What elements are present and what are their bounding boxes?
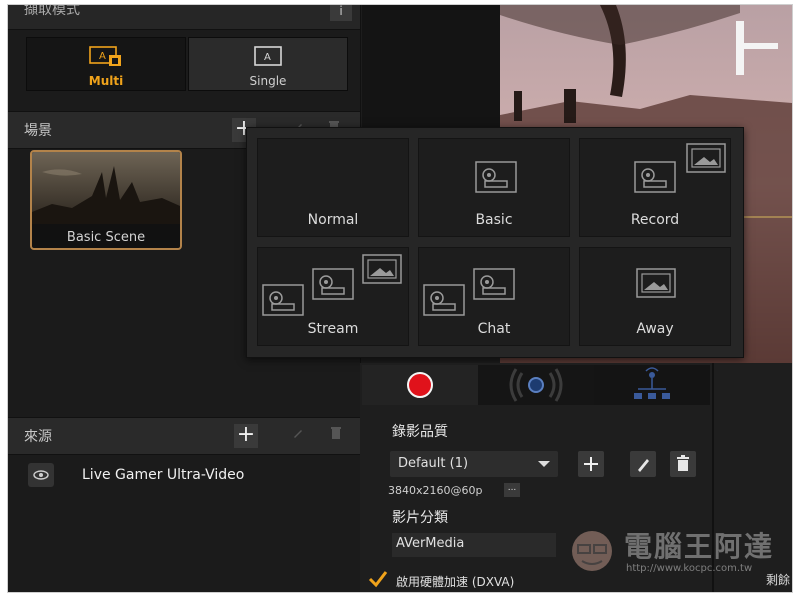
tab-network[interactable]	[594, 365, 710, 405]
record-dot-icon	[407, 372, 433, 398]
layout-tile-chat[interactable]: Chat	[418, 247, 570, 346]
scene-item-label: Basic Scene	[66, 230, 146, 245]
add-source-button[interactable]: +	[234, 424, 258, 448]
hw-accel-checkbox[interactable]	[368, 569, 388, 589]
network-icon	[634, 367, 670, 399]
mascot-logo-icon	[572, 531, 612, 571]
picture-icon	[686, 143, 726, 173]
camera-icon	[423, 284, 465, 316]
layout-label-basic: Basic	[475, 212, 513, 228]
app-window: 擷取模式 i A Multi A Single 場景 + Basic Scene…	[8, 5, 792, 592]
tab-record[interactable]	[362, 365, 478, 405]
layout-label-chat: Chat	[477, 321, 511, 337]
quality-profile-value: Default (1)	[398, 456, 469, 471]
scene-item-basic[interactable]: Basic Scene	[30, 150, 182, 250]
picture-icon	[362, 254, 402, 284]
quality-profile-select[interactable]: Default (1)	[390, 451, 558, 477]
layout-tile-stream[interactable]: Stream	[257, 247, 409, 346]
layout-tile-record[interactable]: Record	[579, 138, 731, 237]
record-tabs	[362, 365, 710, 405]
multi-mode-icon: A	[89, 46, 121, 66]
tab-stream[interactable]	[478, 365, 594, 405]
layout-tile-basic[interactable]: Basic	[418, 138, 570, 237]
add-profile-button[interactable]	[578, 451, 604, 477]
layout-tile-away[interactable]: Away	[579, 247, 731, 346]
source-item[interactable]: Live Gamer Ultra-Video	[8, 459, 360, 493]
capture-mode-header: 擷取模式 i	[8, 5, 360, 30]
layout-label-normal: Normal	[307, 212, 359, 228]
multi-mode-button[interactable]: A Multi	[26, 37, 186, 91]
watermark-text: 電腦王阿達	[624, 530, 775, 563]
camera-icon	[262, 284, 304, 316]
picture-icon	[636, 268, 676, 298]
single-mode-button[interactable]: A Single	[188, 37, 348, 91]
layout-tile-normal[interactable]: Normal	[257, 138, 409, 237]
camera-icon	[475, 161, 517, 193]
sources-header: 來源 +	[8, 417, 360, 455]
camera-icon	[473, 268, 515, 300]
broadcast-icon	[509, 368, 563, 402]
pencil-icon	[294, 430, 302, 438]
camera-icon	[312, 268, 354, 300]
single-mode-label: Single	[249, 74, 287, 88]
watermark: 電腦王阿達 http://www.kocpc.com.tw	[566, 521, 792, 585]
source-name: Live Gamer Ultra-Video	[82, 467, 245, 483]
layout-label-record: Record	[630, 212, 680, 228]
camera-icon	[634, 161, 676, 193]
multi-icon-letter: A	[99, 51, 106, 62]
trash-icon	[677, 455, 689, 471]
capture-mode-title: 擷取模式	[24, 5, 80, 18]
multi-mode-label: Multi	[88, 74, 124, 88]
layout-label-away: Away	[636, 321, 674, 337]
preview-margin	[362, 5, 500, 129]
more-options-button[interactable]: ...	[504, 483, 520, 497]
single-icon-letter: A	[264, 52, 271, 63]
watermark-url: http://www.kocpc.com.tw	[626, 563, 753, 574]
delete-profile-button[interactable]	[670, 451, 696, 477]
pencil-icon	[638, 459, 649, 472]
resolution-text: 3840x2160@60p	[388, 484, 483, 497]
plus-icon	[584, 457, 598, 471]
edit-source-button[interactable]	[286, 424, 310, 448]
eye-icon	[33, 470, 49, 480]
sources-title: 來源	[24, 429, 52, 445]
edit-profile-button[interactable]	[630, 451, 656, 477]
scenes-title: 場景	[24, 123, 52, 139]
category-input-value: AVerMedia	[396, 536, 465, 551]
layout-picker-popup: Normal Basic Record Stream Chat Away	[246, 127, 744, 358]
scene-thumbnail	[32, 152, 180, 224]
delete-source-button[interactable]	[324, 424, 348, 448]
visibility-toggle[interactable]	[28, 463, 54, 487]
category-input[interactable]: AVerMedia	[392, 533, 556, 557]
layout-label-stream: Stream	[307, 321, 359, 337]
single-mode-icon: A	[254, 46, 282, 66]
category-label: 影片分類	[392, 510, 448, 526]
hw-accel-label: 啟用硬體加速 (DXVA)	[396, 575, 515, 589]
capture-info-button[interactable]: i	[330, 5, 352, 21]
remaining-label: 剩餘	[766, 573, 791, 587]
chevron-down-icon	[538, 461, 550, 467]
trash-icon	[331, 427, 341, 439]
quality-label: 錄影品質	[392, 424, 448, 440]
